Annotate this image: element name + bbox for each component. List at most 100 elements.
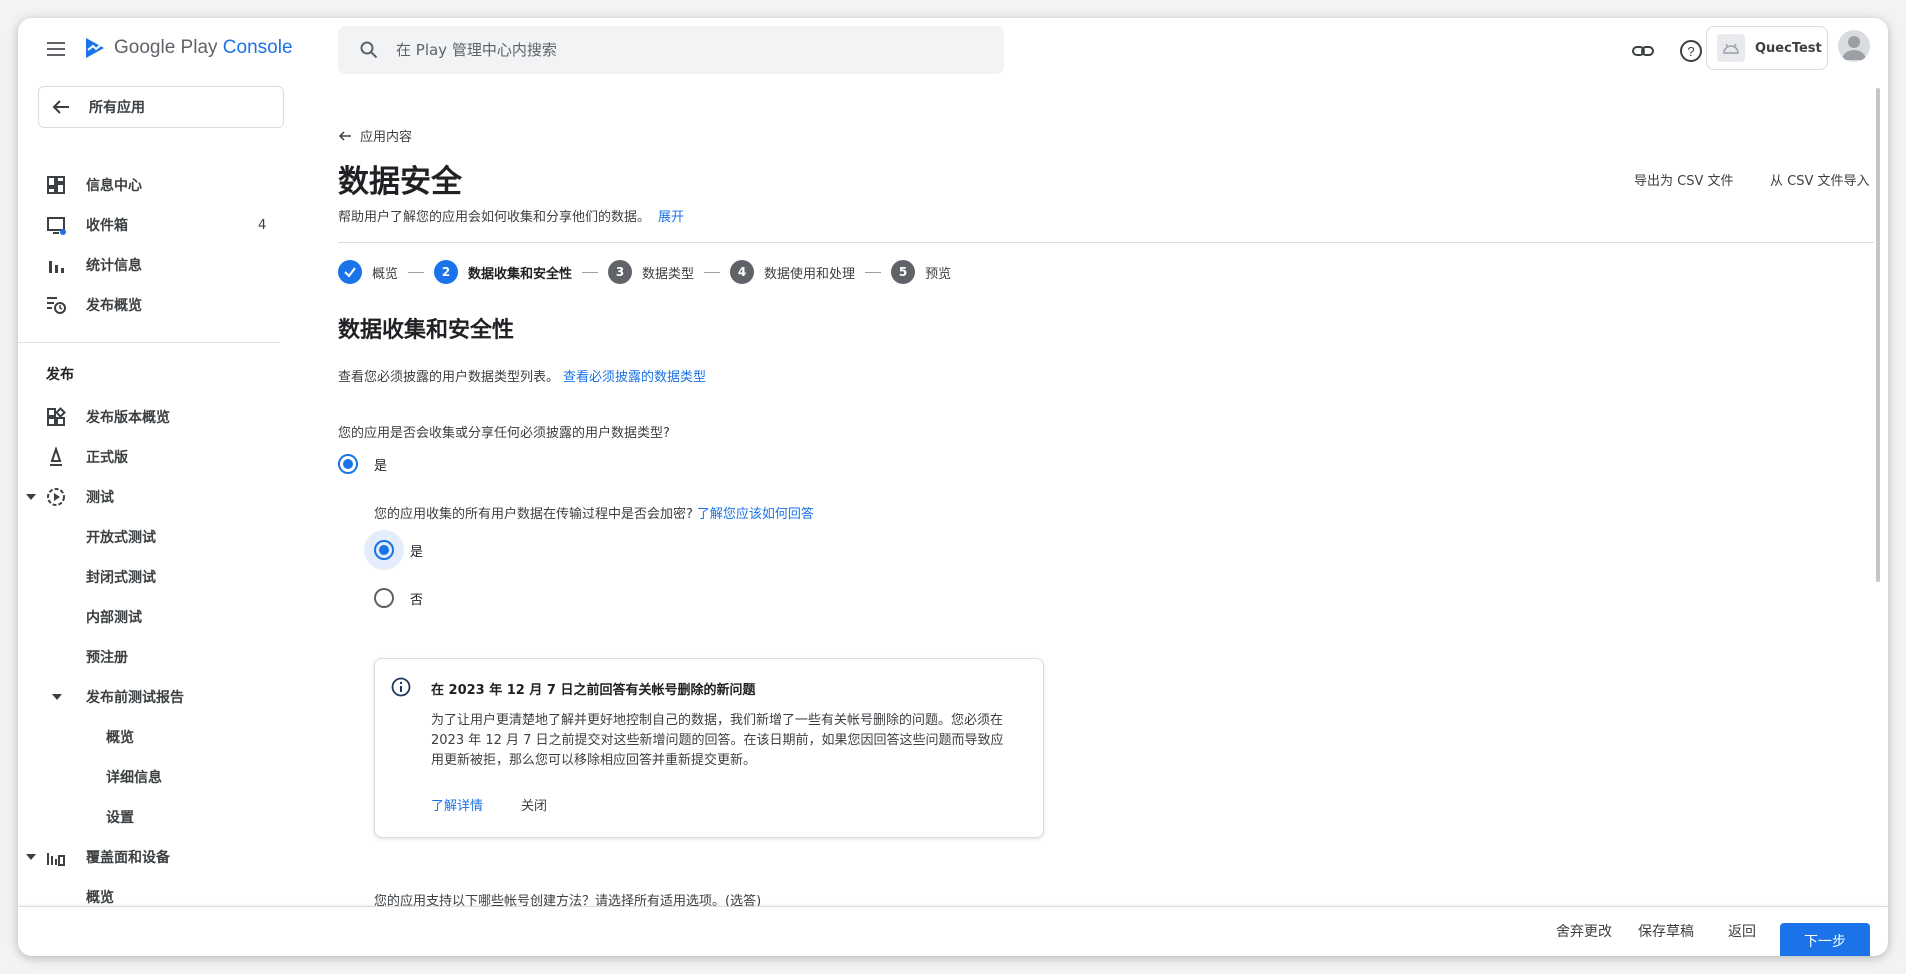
step-connector <box>704 271 721 273</box>
main-content: 应用内容 数据安全 帮助用户了解您的应用会如何收集和分享他们的数据。 展开 导出为… <box>338 82 1886 906</box>
sidebar-item-dashboard[interactable]: 信息中心 <box>18 168 286 202</box>
inbox-count-badge: 4 <box>258 217 267 233</box>
sidebar-item-label: 概览 <box>106 730 134 746</box>
sidebar-item-reach-overview[interactable]: 概览 <box>18 880 286 906</box>
sidebar-item-label: 发布概览 <box>86 298 142 314</box>
top-bar: Google Play Console ? QuecTest <box>18 18 1888 82</box>
sidebar-item-statistics[interactable]: 统计信息 <box>18 248 286 282</box>
sidebar-item-label: 内部测试 <box>86 610 142 626</box>
footer-action-bar: 舍弃更改 保存草稿 返回 下一步 <box>18 906 1888 956</box>
release-overview-icon <box>47 407 66 426</box>
sidebar-item-testing[interactable]: 测试 <box>18 480 286 514</box>
learn-more-link[interactable]: 了解详情 <box>431 795 483 814</box>
q1-yes-radio[interactable]: 是 <box>338 444 387 484</box>
step-label: 概览 <box>372 266 399 282</box>
question-encryption: 您的应用收集的所有用户数据在传输过程中是否会加密? 了解您应该如何回答 <box>374 503 814 522</box>
sidebar-item-internal-testing[interactable]: 内部测试 <box>18 600 286 634</box>
sidebar-item-pre-launch-report[interactable]: 发布前测试报告 <box>18 680 286 714</box>
radio-label: 是 <box>374 458 388 474</box>
view-data-types-link[interactable]: 查看必须披露的数据类型 <box>563 370 706 385</box>
question-account-creation: 您的应用支持以下哪些帐号创建方法？请选择所有适用选项。(选答) <box>374 894 762 906</box>
account-name: QuecTest <box>1755 40 1822 56</box>
search-input[interactable] <box>396 41 956 59</box>
step-connector <box>865 271 882 273</box>
chevron-down-icon[interactable] <box>52 694 62 700</box>
avatar-icon <box>1842 36 1866 60</box>
app-window: Google Play Console ? QuecTest <box>18 18 1888 956</box>
arrow-back-icon <box>338 130 351 141</box>
step-data-usage[interactable]: 4 数据使用和处理 <box>730 260 855 284</box>
step-label: 数据使用和处理 <box>764 266 856 282</box>
step-label: 数据类型 <box>642 266 695 282</box>
sidebar: 所有应用 信息中心 收件箱 4 统计信息 发布概览 发布 发布版本概览 正式版 … <box>18 82 286 906</box>
import-csv-button[interactable]: 从 CSV 文件导入 <box>1770 170 1870 189</box>
account-chip[interactable]: QuecTest <box>1706 26 1828 70</box>
vertical-scrollbar[interactable] <box>1876 88 1880 582</box>
production-icon <box>50 447 62 466</box>
expand-link[interactable]: 展开 <box>658 210 684 225</box>
sidebar-item-closed-testing[interactable]: 封闭式测试 <box>18 560 286 594</box>
radio-checked-icon <box>374 540 394 560</box>
discard-changes-button[interactable]: 舍弃更改 <box>1556 921 1612 941</box>
chevron-down-icon[interactable] <box>26 854 36 860</box>
chevron-down-icon[interactable] <box>26 494 36 500</box>
sidebar-item-label: 测试 <box>86 490 114 506</box>
export-csv-button[interactable]: 导出为 CSV 文件 <box>1634 170 1734 189</box>
sidebar-item-reach-devices[interactable]: 覆盖面和设备 <box>18 840 286 874</box>
section-title: 数据收集和安全性 <box>338 318 515 343</box>
radio-halo <box>364 578 404 618</box>
arrow-back-icon <box>52 100 69 114</box>
step-data-types[interactable]: 3 数据类型 <box>608 260 694 284</box>
sidebar-divider <box>18 342 280 343</box>
radio-halo <box>364 530 404 570</box>
sidebar-item-label: 信息中心 <box>86 178 142 194</box>
sidebar-item-production[interactable]: 正式版 <box>18 440 286 474</box>
sidebar-item-report-settings[interactable]: 设置 <box>18 800 286 834</box>
link-icon[interactable] <box>1630 38 1656 64</box>
sidebar-item-report-overview[interactable]: 概览 <box>18 720 286 754</box>
close-notice-button[interactable]: 关闭 <box>521 795 547 814</box>
sidebar-item-pre-registration[interactable]: 预注册 <box>18 640 286 674</box>
q2-no-radio[interactable]: 否 <box>364 578 423 618</box>
bar-chart-icon <box>49 261 64 273</box>
step-number: 3 <box>608 260 633 284</box>
step-preview[interactable]: 5 预览 <box>891 260 951 284</box>
q2-yes-radio[interactable]: 是 <box>364 530 423 570</box>
step-number: 4 <box>730 260 755 284</box>
reach-devices-icon <box>47 853 65 866</box>
search-bar[interactable] <box>338 26 1004 74</box>
testing-icon <box>47 488 65 506</box>
header-divider <box>338 242 1874 243</box>
logo-text: Google Play Console <box>114 37 293 58</box>
help-icon[interactable]: ? <box>1678 38 1704 64</box>
save-draft-button[interactable]: 保存草稿 <box>1638 921 1694 941</box>
info-icon <box>391 677 411 697</box>
notice-body: 为了让用户更清楚地了解并更好地控制自己的数据，我们新增了一些有关帐号删除的问题。… <box>431 713 1004 768</box>
svg-text:?: ? <box>1687 44 1694 59</box>
back-button[interactable]: 返回 <box>1728 921 1756 941</box>
page-title: 数据安全 <box>338 164 462 200</box>
sidebar-item-inbox[interactable]: 收件箱 4 <box>18 208 286 242</box>
hamburger-menu-icon[interactable] <box>44 38 68 62</box>
learn-how-to-answer-link[interactable]: 了解您应该如何回答 <box>697 507 814 522</box>
step-number: 5 <box>891 260 916 284</box>
play-console-logo-icon <box>86 38 104 58</box>
all-apps-button[interactable]: 所有应用 <box>38 86 284 128</box>
android-app-icon <box>1717 34 1745 62</box>
sidebar-item-label: 覆盖面和设备 <box>86 850 170 866</box>
sidebar-item-release-overview[interactable]: 发布版本概览 <box>18 400 286 434</box>
user-avatar[interactable] <box>1838 30 1870 62</box>
sidebar-item-open-testing[interactable]: 开放式测试 <box>18 520 286 554</box>
all-apps-label: 所有应用 <box>89 100 145 116</box>
play-console-logo[interactable]: Google Play Console <box>84 36 293 60</box>
back-to-app-content-link[interactable]: 应用内容 <box>338 126 412 145</box>
next-button[interactable]: 下一步 <box>1780 923 1870 956</box>
sidebar-item-publishing-overview[interactable]: 发布概览 <box>18 288 286 322</box>
sidebar-item-label: 概览 <box>86 890 114 906</box>
step-overview[interactable]: 概览 <box>338 260 398 284</box>
sidebar-item-report-details[interactable]: 详细信息 <box>18 760 286 794</box>
search-icon <box>360 41 378 59</box>
step-data-collection[interactable]: 2 数据收集和安全性 <box>434 260 572 284</box>
sidebar-item-label: 详细信息 <box>106 770 162 786</box>
intro-text: 查看您必须披露的用户数据类型列表。 查看必须披露的数据类型 <box>338 366 706 385</box>
